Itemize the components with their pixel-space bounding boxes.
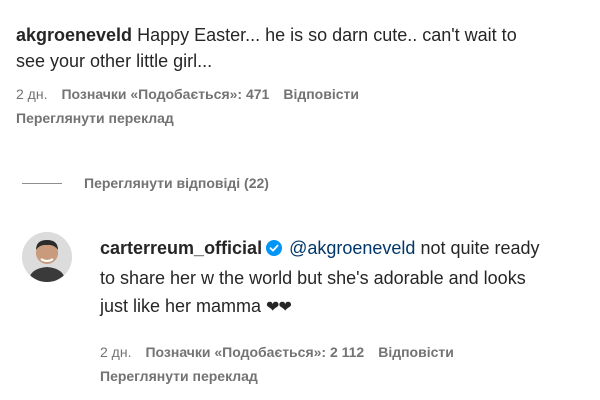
comment-username[interactable]: akgroeneveld — [16, 25, 132, 45]
view-replies-label[interactable]: Переглянути відповіді (22) — [84, 175, 269, 191]
comment-akgroeneveld: akgroeneveld Happy Easter... he is so da… — [16, 22, 600, 126]
reply-likes[interactable]: Позначки «Подобається»: 2 112 — [145, 344, 364, 360]
comment-time[interactable]: 2 дн. — [16, 86, 47, 102]
hearts-emoji: ❤❤ — [266, 299, 292, 316]
reply-body: carterreum_official @akgroeneveld not qu… — [100, 234, 600, 384]
comment-meta-row: 2 дн. Позначки «Подобається»: 471 Відпов… — [16, 86, 600, 102]
reply-mention[interactable]: @akgroeneveld — [289, 238, 415, 258]
comment-text: akgroeneveld Happy Easter... he is so da… — [16, 22, 600, 74]
comment-body-line2: see your other little girl... — [16, 51, 213, 71]
avatar[interactable] — [22, 232, 72, 282]
reply-username[interactable]: carterreum_official — [100, 238, 262, 258]
replies-divider-line — [22, 182, 62, 184]
reply-text: carterreum_official @akgroeneveld not qu… — [100, 234, 600, 322]
comment-translate-link[interactable]: Переглянути переклад — [16, 110, 600, 126]
reply-body-line2: to share her w the world but she's adora… — [100, 268, 526, 288]
reply-time[interactable]: 2 дн. — [100, 344, 131, 360]
reply-reply-button[interactable]: Відповісти — [378, 344, 454, 360]
reply-translate-link[interactable]: Переглянути переклад — [100, 368, 600, 384]
comment-reply-button[interactable]: Відповісти — [283, 86, 359, 102]
reply-body-line1: not quite ready — [415, 238, 540, 258]
comment-body-line1: Happy Easter... he is so darn cute.. can… — [132, 25, 517, 45]
reply-body-line3: just like her mamma — [100, 296, 267, 316]
view-replies-toggle[interactable]: Переглянути відповіді (22) — [22, 175, 269, 191]
reply-meta-row: 2 дн. Позначки «Подобається»: 2 112 Відп… — [100, 344, 600, 360]
comment-likes[interactable]: Позначки «Подобається»: 471 — [61, 86, 269, 102]
verified-badge-icon — [266, 236, 283, 264]
